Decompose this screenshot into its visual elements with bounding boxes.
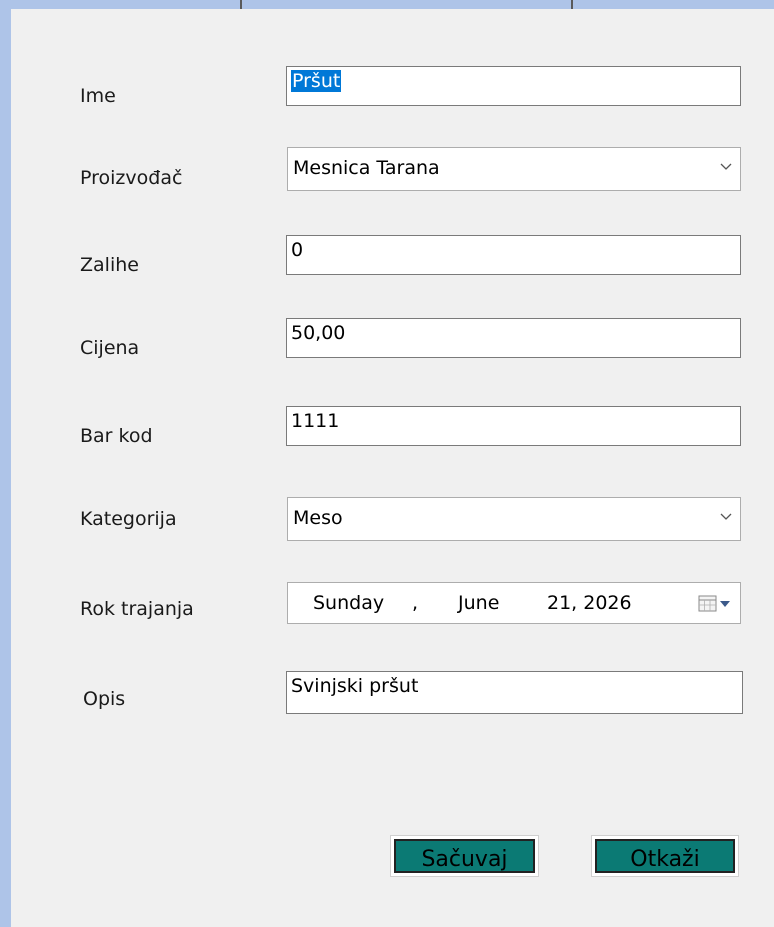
opis-value: Svinjski pršut (291, 675, 419, 697)
zalihe-input[interactable]: 0 (286, 235, 741, 275)
ime-input[interactable]: Pršut (286, 66, 741, 106)
cijena-label: Cijena (80, 337, 140, 359)
cancel-button-label: Otkaži (595, 839, 735, 873)
date-month[interactable]: June (458, 592, 499, 614)
zalihe-label: Zalihe (80, 254, 139, 276)
kategorija-label: Kategorija (80, 508, 177, 530)
kategorija-value: Meso (293, 507, 343, 529)
proizvodac-label: Proizvođač (80, 167, 183, 189)
date-weekday[interactable]: Sunday (313, 592, 384, 614)
cijena-value: 50,00 (291, 322, 346, 344)
chevron-down-icon (720, 513, 732, 520)
date-day-year[interactable]: 21, 2026 (547, 592, 632, 614)
proizvodac-value: Mesnica Tarana (293, 157, 440, 179)
zalihe-value: 0 (291, 239, 304, 261)
ime-label: Ime (80, 85, 116, 107)
cancel-button[interactable]: Otkaži (591, 835, 739, 877)
cijena-input[interactable]: 50,00 (286, 318, 741, 358)
bar-kod-label: Bar kod (80, 425, 153, 447)
rok-trajanja-datepicker[interactable]: Sunday , June 21, 2026 (287, 582, 741, 624)
calendar-icon[interactable] (698, 594, 732, 614)
chevron-down-icon (720, 163, 732, 170)
date-separator: , (412, 592, 419, 614)
rok-trajanja-label: Rok trajanja (80, 598, 194, 620)
kategorija-select[interactable]: Meso (287, 497, 741, 541)
bar-kod-input[interactable]: 1111 (286, 406, 741, 446)
save-button-label: Sačuvaj (394, 839, 535, 873)
ime-value: Pršut (291, 70, 342, 92)
opis-input[interactable]: Svinjski pršut (286, 671, 743, 714)
top-tick (240, 0, 242, 9)
top-strip (11, 0, 774, 9)
proizvodac-select[interactable]: Mesnica Tarana (287, 147, 741, 191)
opis-label: Opis (83, 688, 126, 710)
top-tick (571, 0, 573, 9)
product-form: Ime Pršut Proizvođač Mesnica Tarana Zali… (11, 0, 774, 927)
save-button[interactable]: Sačuvaj (390, 835, 539, 877)
bar-kod-value: 1111 (291, 410, 340, 432)
